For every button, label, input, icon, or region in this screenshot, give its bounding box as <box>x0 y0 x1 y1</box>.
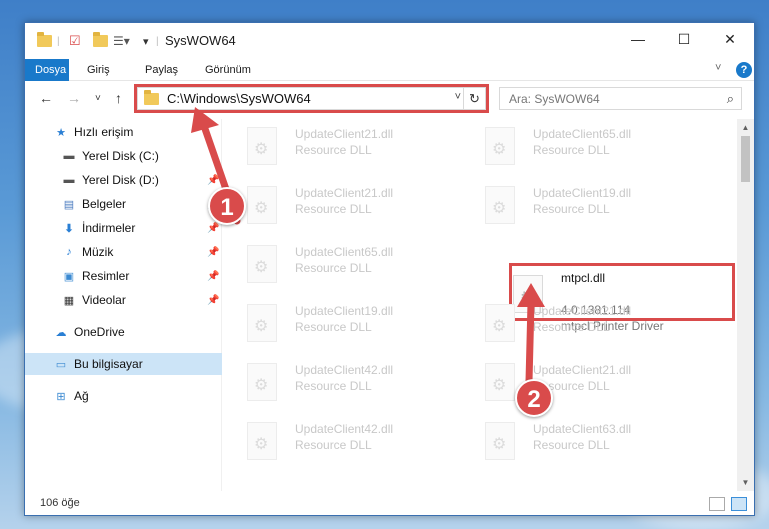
computer-icon: ▭ <box>55 358 67 371</box>
explorer-window: | ☑ ☰▾ ▾ | SysWOW64 — ☐ ✕ Dosya Giriş Pa… <box>24 22 755 516</box>
list-item[interactable]: UpdateClient21.dll Resource DLL <box>247 182 467 228</box>
file-list: UpdateClient21.dll Resource DLL UpdateCl… <box>223 119 737 491</box>
pin-icon: 📌 <box>207 246 220 258</box>
sidebar-item-label: Yerel Disk (D:) <box>82 173 159 187</box>
star-icon: ★ <box>56 126 66 139</box>
pictures-icon: ▣ <box>63 270 75 283</box>
sidebar-item-label: Bu bilgisayar <box>74 357 143 371</box>
network-icon: ⊞ <box>56 390 66 403</box>
downloads-icon: ⬇ <box>64 222 74 235</box>
list-item[interactable]: UpdateClient63.dll Resource DLL <box>485 418 705 464</box>
tab-file[interactable]: Dosya <box>25 59 69 81</box>
details-view-icon[interactable] <box>709 497 725 511</box>
sidebar-item-label: Müzik <box>82 245 114 259</box>
list-item[interactable]: UpdateClient19.dll Resource DLL <box>485 182 705 228</box>
music-icon: ♪ <box>66 246 72 258</box>
minimize-button[interactable]: — <box>615 23 661 55</box>
back-button[interactable]: ← <box>39 90 53 106</box>
scroll-down-icon[interactable]: ▼ <box>737 474 754 491</box>
recent-locations-button[interactable]: ˅ <box>95 93 101 104</box>
arrow-2-icon <box>517 283 545 385</box>
separator-icon: | <box>57 35 60 47</box>
dll-file-icon <box>485 422 515 460</box>
forward-button[interactable]: → <box>67 90 81 106</box>
properties-icon[interactable]: ☑ <box>69 33 81 49</box>
list-item[interactable]: UpdateClient21.dll Resource DLL <box>247 123 467 169</box>
pin-icon: 📌 <box>207 294 220 306</box>
tab-view[interactable]: Görünüm <box>195 59 261 81</box>
tab-home[interactable]: Giriş <box>77 59 120 81</box>
sidebar-item-label: Hızlı erişim <box>74 125 134 139</box>
sidebar-item-label: Ağ <box>74 389 89 403</box>
list-item[interactable]: UpdateClient42.dll Resource DLL <box>247 418 467 464</box>
large-icons-view-icon[interactable] <box>731 497 747 511</box>
item-count: 106 öğe <box>40 497 80 509</box>
maximize-button[interactable]: ☐ <box>661 23 707 55</box>
tab-share[interactable]: Paylaş <box>135 59 188 81</box>
list-item[interactable]: UpdateClient42.dll Resource DLL <box>247 359 467 405</box>
expand-ribbon-icon[interactable]: ˅ <box>715 62 721 74</box>
close-button[interactable]: ✕ <box>707 23 753 55</box>
sidebar-item-this-pc[interactable]: ▭ Bu bilgisayar <box>25 353 222 375</box>
sidebar-item-label: Resimler <box>82 269 130 283</box>
step-2-badge: 2 <box>515 379 553 417</box>
sidebar-item-label: Belgeler <box>82 197 127 211</box>
drive-icon: ▬ <box>63 150 75 162</box>
sidebar-item-pictures[interactable]: ▣ Resimler 📌 <box>25 265 222 287</box>
step-1-badge: 1 <box>208 187 246 225</box>
title-separator-icon: | <box>156 35 159 47</box>
list-item[interactable]: UpdateClient65.dll Resource DLL <box>485 123 705 169</box>
drive-icon: ▬ <box>63 174 75 186</box>
documents-icon: ▤ <box>63 198 75 211</box>
sidebar-item-videos[interactable]: ▦ Videolar 📌 <box>25 289 222 311</box>
search-box[interactable]: Ara: SysWOW64 ⌕ <box>499 87 742 110</box>
sidebar-item-label: OneDrive <box>74 325 125 339</box>
window-title: SysWOW64 <box>165 33 236 48</box>
cloud-icon: ☁ <box>55 326 67 339</box>
ribbon-tabs: Dosya Giriş Paylaş Görünüm ˅ ? <box>25 59 754 81</box>
search-icon[interactable]: ⌕ <box>727 91 734 107</box>
videos-icon: ▦ <box>63 294 75 307</box>
sidebar-item-label: Yerel Disk (C:) <box>82 149 159 163</box>
dll-file-icon <box>247 363 277 401</box>
sidebar-item-music[interactable]: ♪ Müzik 📌 <box>25 241 222 263</box>
search-input[interactable]: Ara: SysWOW64 <box>509 92 600 106</box>
dll-file-icon <box>247 245 277 283</box>
vertical-scrollbar[interactable]: ▲ ▼ <box>737 119 754 491</box>
list-item[interactable]: UpdateClient65.dll Resource DLL <box>247 241 467 287</box>
list-item[interactable]: UpdateClient19.dll Resource DLL <box>247 300 467 346</box>
dll-file-icon <box>247 422 277 460</box>
customize-toolbar-icon[interactable]: ☰▾ <box>113 33 130 49</box>
pin-icon: 📌 <box>207 270 220 282</box>
dll-file-icon <box>485 186 515 224</box>
help-icon[interactable]: ? <box>736 62 752 78</box>
scroll-thumb[interactable] <box>741 136 750 182</box>
title-bar: | ☑ ☰▾ ▾ | SysWOW64 — ☐ ✕ <box>25 23 754 59</box>
sidebar-item-label: Videolar <box>82 293 126 307</box>
new-folder-icon[interactable] <box>93 32 108 49</box>
sidebar-item-label: İndirmeler <box>82 221 136 235</box>
up-button[interactable]: ↑ <box>115 90 122 106</box>
quick-access-dropdown-icon[interactable]: ▾ <box>143 33 149 49</box>
navigation-bar: ← → ˅ ↑ C:\Windows\SysWOW64 ˅ ↻ Ara: Sys… <box>25 82 754 116</box>
status-bar: 106 öğe <box>25 491 754 515</box>
sidebar-item-onedrive[interactable]: ☁ OneDrive <box>25 321 222 343</box>
dll-file-icon <box>485 127 515 165</box>
window-folder-icon <box>37 32 52 49</box>
scroll-up-icon[interactable]: ▲ <box>737 119 754 136</box>
dll-file-icon <box>247 304 277 342</box>
sidebar-item-network[interactable]: ⊞ Ağ <box>25 385 222 407</box>
